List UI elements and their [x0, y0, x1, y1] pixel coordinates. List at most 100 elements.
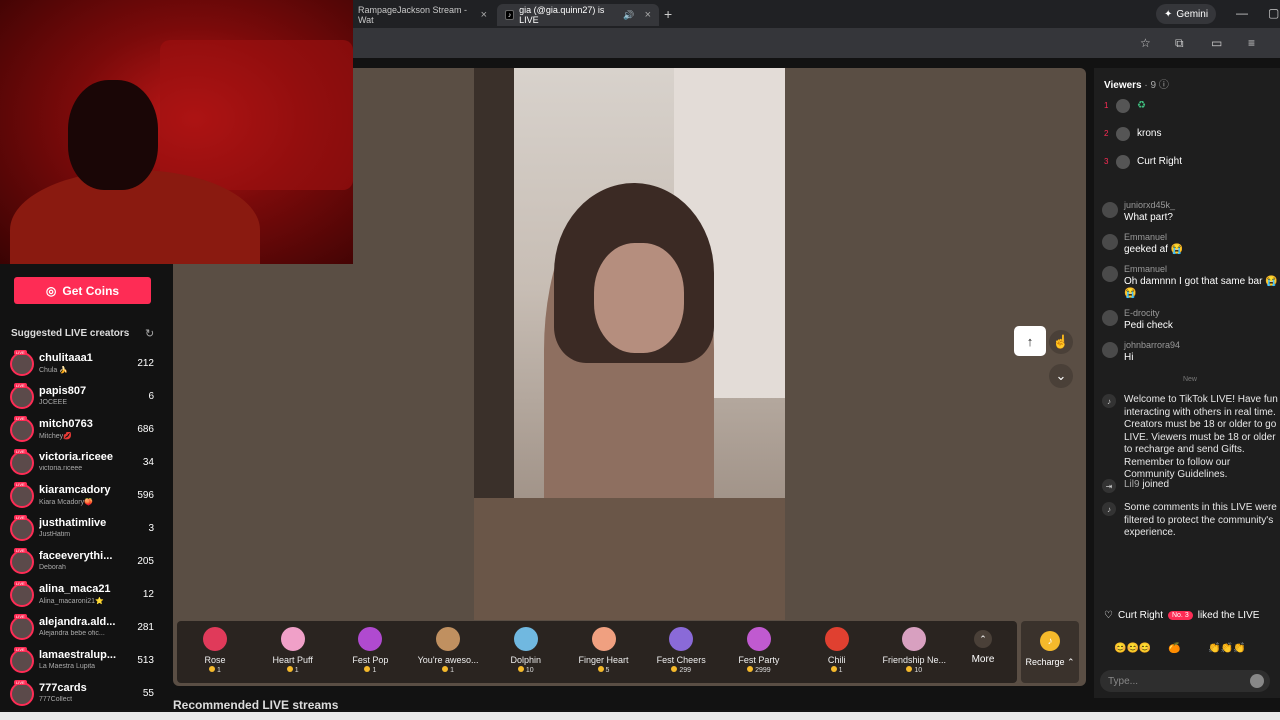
refresh-icon[interactable]: ↻ — [145, 327, 154, 340]
liked-message: ♡ Curt Right No. 3 liked the LIVE — [1104, 610, 1259, 621]
creator-nickname: Deborah — [39, 564, 66, 571]
taskbar — [0, 712, 1280, 720]
chat-text: Hi — [1124, 352, 1134, 363]
chat-username[interactable]: Emmanuel — [1124, 264, 1167, 274]
get-coins-button[interactable]: ◎ Get Coins — [14, 277, 151, 304]
star-icon[interactable]: ☆ — [1140, 36, 1151, 50]
creator-item[interactable]: LIVE lamaestralup... La Maestra Lupita 513 — [8, 647, 158, 677]
cast-icon[interactable]: ▭ — [1211, 36, 1222, 50]
viewer-count: 3 — [148, 523, 154, 534]
recommended-title: Recommended LIVE streams — [173, 698, 339, 712]
info-icon[interactable]: ⓘ — [1159, 80, 1169, 91]
close-icon[interactable]: × — [481, 9, 487, 21]
chat-username[interactable]: juniorxd45k_ — [1124, 200, 1175, 210]
more-gifts-button[interactable]: ⌃ More — [966, 630, 1000, 665]
maximize-icon[interactable]: ▢ — [1268, 6, 1279, 20]
avatar[interactable] — [1102, 310, 1118, 326]
video-face — [594, 243, 684, 353]
avatar[interactable] — [1102, 342, 1118, 358]
live-badge: LIVE — [14, 548, 27, 553]
recharge-button[interactable]: ♪ Recharge ⌃ — [1021, 621, 1079, 683]
creator-item[interactable]: LIVE papis807 JOCEEE 6 — [8, 383, 158, 413]
avatar[interactable] — [1116, 99, 1130, 113]
chat-input[interactable] — [1108, 674, 1248, 688]
tab-title: gia (@gia.quinn27) is LIVE — [519, 5, 605, 25]
creator-item[interactable]: LIVE chulitaaa1 Chula 🍌 212 — [8, 350, 158, 380]
viewers-header[interactable]: Viewers · 9 ⓘ — [1104, 76, 1169, 91]
chat-username[interactable]: E-drocity — [1124, 308, 1160, 318]
extensions-icon[interactable]: ⧉ — [1175, 36, 1184, 51]
gift-price: 1 — [803, 666, 871, 674]
creator-item[interactable]: LIVE mitch0763 Mitchey💋 686 — [8, 416, 158, 446]
viewers-count: · 9 — [1144, 80, 1157, 91]
creator-item[interactable]: LIVE alina_maca21 Alina_macaroni21⭐ 12 — [8, 581, 158, 611]
chat-username[interactable]: Emmanuel — [1124, 232, 1167, 242]
gift-item[interactable]: Fest Cheers 299 — [647, 627, 715, 682]
chat-username[interactable]: johnbarrora94 — [1124, 340, 1180, 350]
minimize-icon[interactable]: — — [1236, 6, 1248, 20]
chat-message: juniorxd45k_ What part? — [1102, 200, 1280, 230]
chat-message: johnbarrora94 Hi — [1102, 340, 1280, 370]
speaker-icon[interactable]: 🔊 — [623, 10, 634, 21]
media-icon[interactable]: ≡ — [1248, 36, 1255, 50]
coin-icon — [597, 666, 604, 672]
creator-nickname: Kiara Mcadory🍑 — [39, 499, 93, 506]
creator-item[interactable]: LIVE 777cards 777Collect 55 — [8, 680, 158, 710]
gift-item[interactable]: Fest Party 2999 — [725, 627, 793, 682]
viewer-rank: 3 — [1104, 157, 1109, 166]
gift-item[interactable]: Finger Heart 5 — [570, 627, 638, 682]
viewer-name[interactable]: ♻ — [1137, 100, 1146, 111]
viewer-name[interactable]: krons — [1137, 128, 1161, 139]
coin-icon — [364, 666, 371, 672]
new-tab-icon[interactable]: + — [664, 6, 672, 22]
creator-item[interactable]: LIVE alejandra.ald... Alejandra bebe ofic.… — [8, 614, 158, 644]
avatar[interactable] — [1102, 202, 1118, 218]
chat-input-field[interactable] — [1100, 670, 1270, 692]
previous-live-button[interactable]: ↑ — [1014, 326, 1046, 356]
liked-user[interactable]: Curt Right — [1118, 610, 1163, 621]
browser-tab[interactable]: RampageJackson Stream - Wat × — [350, 4, 495, 26]
joined-user[interactable]: Lil9 — [1124, 479, 1140, 490]
viewer-count: 596 — [137, 490, 154, 501]
creator-item[interactable]: LIVE justhatimlive JustHatim 3 — [8, 515, 158, 545]
creator-nickname: victoria.riceee — [39, 465, 83, 472]
live-badge: LIVE — [14, 416, 27, 421]
chat-text: Pedi check — [1124, 320, 1173, 331]
avatar — [10, 550, 34, 574]
new-divider: New — [1182, 376, 1197, 383]
avatar[interactable] — [1102, 266, 1118, 282]
pointer-icon[interactable]: ☝ — [1049, 330, 1073, 354]
creator-nickname: Chula 🍌 — [39, 367, 68, 374]
close-icon[interactable]: × — [645, 9, 651, 21]
gift-icon — [358, 627, 383, 651]
creator-name: 777cards — [39, 682, 87, 694]
creator-item[interactable]: LIVE victoria.riceee victoria.riceee 34 — [8, 449, 158, 479]
filter-notice: ♪ Some comments in this LIVE were filter… — [1102, 502, 1280, 542]
avatar — [10, 418, 34, 442]
live-video[interactable] — [474, 68, 785, 620]
avatar[interactable] — [1116, 127, 1130, 141]
quick-reactions[interactable]: 😊😊😊 🍊 👏👏👏 — [1114, 643, 1246, 654]
browser-tab-active[interactable]: ♪ gia (@gia.quinn27) is LIVE 🔊 × — [497, 4, 659, 26]
gift-item[interactable]: You're aweso... 1 — [414, 627, 482, 682]
emoji-icon[interactable] — [1250, 674, 1264, 688]
gift-item[interactable]: Fest Pop 1 — [336, 627, 404, 682]
gemini-button[interactable]: ✦ Gemini — [1156, 4, 1217, 24]
creator-item[interactable]: LIVE faceeverythi... Deborah 205 — [8, 548, 158, 578]
viewer-count: 6 — [148, 391, 154, 402]
next-live-button[interactable]: ⌄ — [1049, 364, 1073, 388]
gift-item[interactable]: Chili 1 — [803, 627, 871, 682]
coin-icon — [830, 666, 837, 672]
coin-icon: ◎ — [45, 283, 57, 298]
avatar[interactable] — [1116, 155, 1130, 169]
viewer-name[interactable]: Curt Right — [1137, 156, 1182, 167]
viewer-count: 34 — [142, 457, 154, 468]
creator-item[interactable]: LIVE kiaramcadory Kiara Mcadory🍑 596 — [8, 482, 158, 512]
gift-item[interactable]: Dolphin 10 — [492, 627, 560, 682]
avatar[interactable] — [1102, 234, 1118, 250]
gift-item[interactable]: Rose 1 — [181, 627, 249, 682]
creator-name: chulitaaa1 — [39, 352, 93, 364]
gift-item[interactable]: Heart Puff 1 — [259, 627, 327, 682]
gift-item[interactable]: Friendship Ne... 10 — [880, 627, 948, 682]
video-desk — [474, 498, 785, 620]
